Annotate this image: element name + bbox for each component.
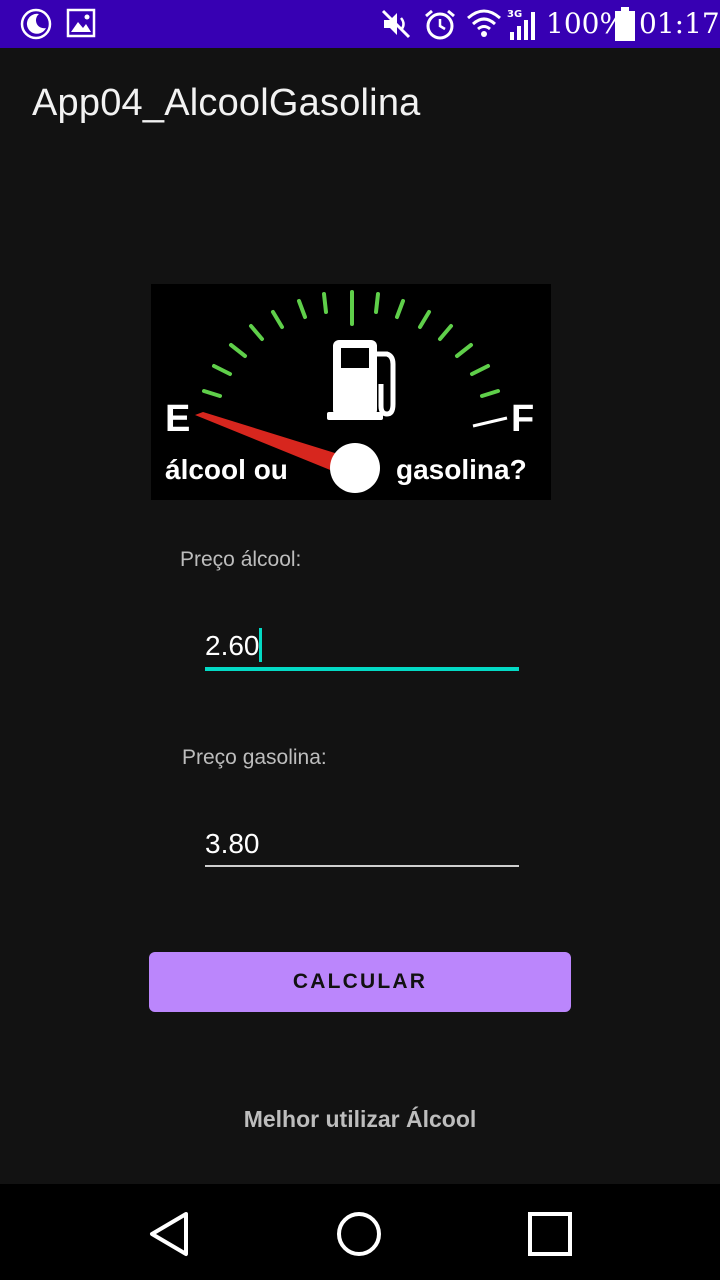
fuel-gauge-image: E F álcool ou gasolina? xyxy=(151,284,551,500)
app-title: App04_AlcoolGasolina xyxy=(32,82,421,124)
gauge-empty-letter: E xyxy=(165,398,190,440)
clock: 01:17 xyxy=(639,7,720,40)
recents-icon[interactable] xyxy=(522,1206,578,1262)
alcool-price-input[interactable] xyxy=(205,622,519,670)
result-text: Melhor utilizar Álcool xyxy=(243,1106,477,1132)
gauge-full-letter: F xyxy=(511,398,534,440)
alcool-price-label: Preço álcool: xyxy=(180,548,302,571)
gasolina-price-label: Preço gasolina: xyxy=(182,746,327,769)
image-icon xyxy=(66,8,96,38)
navigation-bar xyxy=(0,1184,720,1280)
gauge-pivot xyxy=(330,443,380,493)
gauge-left-text: álcool ou xyxy=(165,454,288,485)
mute-icon xyxy=(381,9,411,39)
home-icon[interactable] xyxy=(331,1206,387,1262)
moon-icon xyxy=(20,8,52,40)
back-icon[interactable] xyxy=(142,1206,198,1262)
gasolina-price-input[interactable] xyxy=(205,820,519,868)
text-cursor xyxy=(259,628,262,662)
alcool-price-underline xyxy=(205,667,519,671)
gasolina-price-underline xyxy=(205,865,519,867)
alarm-icon xyxy=(425,9,455,40)
signal-icon xyxy=(510,12,535,40)
status-bar: 3G 100% 01:17 xyxy=(0,0,720,48)
calculate-button[interactable]: CALCULAR xyxy=(149,952,571,1012)
gauge-right-text: gasolina? xyxy=(396,454,527,485)
wifi-icon xyxy=(467,9,501,37)
battery-icon xyxy=(615,7,635,41)
